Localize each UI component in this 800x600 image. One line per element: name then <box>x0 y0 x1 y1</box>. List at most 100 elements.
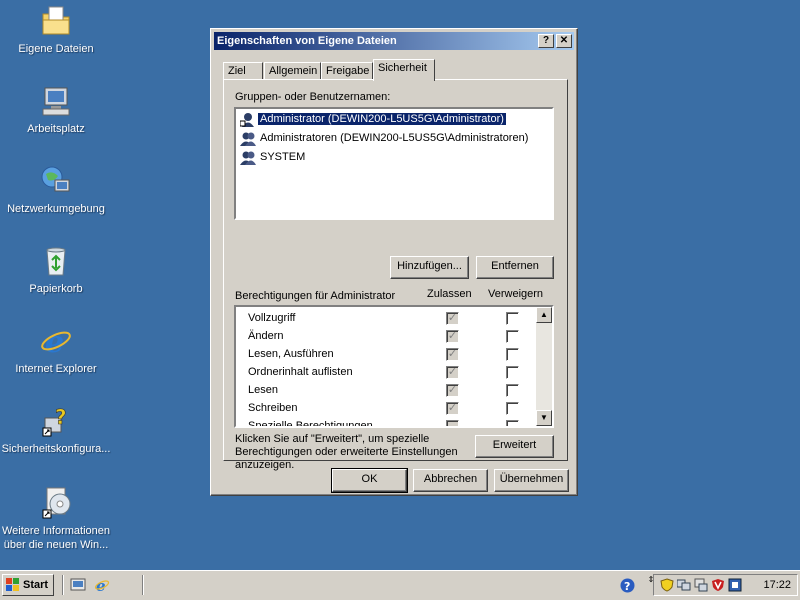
permissions-label: Berechtigungen für Administrator <box>235 290 396 302</box>
permission-row: Vollzugriff <box>248 312 296 324</box>
allow-checkbox: ✓ <box>446 312 459 325</box>
internet-explorer-icon: e <box>39 324 73 360</box>
desktop-icon-label: über die neuen Win... <box>3 539 109 551</box>
desktop-icon-label: Internet Explorer <box>15 363 97 375</box>
desktop-icon-label: Weitere Informationen <box>1 525 111 537</box>
scroll-down-button[interactable]: ▼ <box>536 410 552 426</box>
permission-row: Ordnerinhalt auflisten <box>248 366 353 378</box>
quicklaunch-separator <box>62 575 64 595</box>
advanced-button[interactable]: Erweitert <box>475 435 554 458</box>
security-shield-tray-icon[interactable] <box>660 578 674 592</box>
taskbar: Start e ? ⇕ 17:22 <box>0 570 800 600</box>
security-panel: Gruppen- oder Benutzernamen: Administrat… <box>223 79 568 471</box>
deny-checkbox[interactable] <box>506 312 519 325</box>
network-connection-tray-icon[interactable] <box>694 578 708 592</box>
desktop-icon-weitere-informationen[interactable]: Weitere Informationen über die neuen Win… <box>0 486 112 552</box>
network-icon <box>39 164 73 198</box>
deny-checkbox[interactable] <box>506 366 519 379</box>
desktop-icon-arbeitsplatz[interactable]: Arbeitsplatz <box>0 84 112 136</box>
user-name: SYSTEM <box>260 151 306 163</box>
allow-checkbox: ✓ <box>446 348 459 361</box>
cancel-button[interactable]: Abbrechen <box>413 469 488 492</box>
list-item[interactable]: Administrator (DEWIN200-L5US5G\Administr… <box>239 111 507 128</box>
properties-dialog: Eigenschaften von Eigene Dateien ? ✕ Zie… <box>210 28 578 496</box>
permission-row: Spezielle Berechtigungen <box>248 420 373 428</box>
user-name: Administratoren (DEWIN200-L5US5G\Adminis… <box>260 132 529 144</box>
deny-header: Verweigern <box>488 288 544 300</box>
permission-row: Ändern <box>248 330 284 342</box>
deny-checkbox[interactable] <box>506 420 519 426</box>
desktop-icon-papierkorb[interactable]: Papierkorb <box>0 244 112 296</box>
system-tray: 17:22 <box>653 574 798 596</box>
help-button[interactable]: ? <box>538 34 554 48</box>
clock[interactable]: 17:22 <box>763 575 791 595</box>
close-button[interactable]: ✕ <box>556 34 572 48</box>
user-icon <box>239 112 256 127</box>
windows-logo-icon <box>6 578 20 592</box>
permissions-list: Vollzugriff ✓ Ändern ✓ Lesen, Ausführen … <box>234 305 554 428</box>
tab-ziel[interactable]: Ziel <box>223 62 263 80</box>
desktop-icon-label: Netzwerkumgebung <box>7 203 105 215</box>
desktop-icon-sicherheitskonfiguration[interactable]: ? Sicherheitskonfigura... <box>0 404 112 456</box>
desktop-icon-label: Sicherheitskonfigura... <box>1 443 111 455</box>
taskbar-separator <box>142 575 144 595</box>
remove-button[interactable]: Entfernen <box>476 256 554 279</box>
advanced-hint-line-2: Berechtigungen oder erweiterte Einstellu… <box>235 446 458 458</box>
show-desktop-icon[interactable] <box>70 577 86 593</box>
allow-checkbox <box>446 420 459 426</box>
list-item[interactable]: SYSTEM <box>240 149 307 166</box>
permission-row: Lesen, Ausführen <box>248 348 334 360</box>
svg-text:e: e <box>96 577 106 593</box>
deny-checkbox[interactable] <box>506 402 519 415</box>
deny-checkbox[interactable] <box>506 384 519 397</box>
display-tray-icon[interactable] <box>728 578 742 592</box>
desktop-icon-internet-explorer[interactable]: e Internet Explorer <box>0 324 112 376</box>
tab-sicherheit[interactable]: Sicherheit <box>373 59 435 81</box>
groups-label: Gruppen- oder Benutzernamen: <box>235 91 391 103</box>
group-icon <box>240 131 256 146</box>
svg-text:?: ? <box>624 580 630 593</box>
dialog-titlebar[interactable]: Eigenschaften von Eigene Dateien ? ✕ <box>214 32 574 50</box>
tab-allgemein[interactable]: Allgemein <box>264 62 321 80</box>
help-tray-icon[interactable]: ? <box>620 578 635 593</box>
permission-row: Schreiben <box>248 402 298 414</box>
allow-checkbox: ✓ <box>446 330 459 343</box>
scroll-up-button[interactable]: ▲ <box>536 307 552 323</box>
internet-explorer-quicklaunch-icon[interactable]: e <box>94 577 110 595</box>
allow-checkbox: ✓ <box>446 384 459 397</box>
advanced-hint-line-3: anzuzeigen. <box>235 459 295 471</box>
list-item[interactable]: Administratoren (DEWIN200-L5US5G\Adminis… <box>240 130 530 147</box>
apply-button[interactable]: Übernehmen <box>494 469 569 492</box>
desktop-icon-netzwerkumgebung[interactable]: Netzwerkumgebung <box>0 164 112 216</box>
desktop-icon-label: Eigene Dateien <box>18 43 94 55</box>
network-tray-icon[interactable] <box>676 578 691 592</box>
desktop-icon-label: Papierkorb <box>29 283 83 295</box>
tab-freigabe[interactable]: Freigabe <box>321 62 373 80</box>
allow-header: Zulassen <box>427 288 472 300</box>
allow-checkbox: ✓ <box>446 366 459 379</box>
computer-icon <box>39 84 73 118</box>
add-button[interactable]: Hinzufügen... <box>390 256 469 279</box>
desktop-icon-label: Arbeitsplatz <box>27 123 85 135</box>
cd-info-icon <box>39 486 73 520</box>
allow-checkbox: ✓ <box>446 402 459 415</box>
antivirus-tray-icon[interactable] <box>711 578 725 592</box>
start-label: Start <box>23 579 49 591</box>
permissions-scrollbar[interactable]: ▲ ▼ <box>536 307 552 426</box>
recycle-bin-icon <box>39 244 73 278</box>
svg-text:e: e <box>45 325 64 358</box>
ok-button[interactable]: OK <box>331 468 408 493</box>
svg-text:?: ? <box>55 405 67 429</box>
permission-row: Lesen <box>248 384 278 396</box>
start-button[interactable]: Start <box>2 574 54 596</box>
dialog-title: Eigenschaften von Eigene Dateien <box>217 35 397 47</box>
security-config-icon: ? <box>39 404 73 438</box>
folder-documents-icon <box>39 4 73 38</box>
group-icon <box>240 150 256 165</box>
desktop-icon-eigene-dateien[interactable]: Eigene Dateien <box>0 4 112 56</box>
advanced-hint-line-1: Klicken Sie auf "Erweitert", um speziell… <box>235 433 430 445</box>
user-name: Administrator (DEWIN200-L5US5G\Administr… <box>257 112 507 126</box>
deny-checkbox[interactable] <box>506 348 519 361</box>
users-listbox[interactable]: Administrator (DEWIN200-L5US5G\Administr… <box>234 107 554 220</box>
deny-checkbox[interactable] <box>506 330 519 343</box>
